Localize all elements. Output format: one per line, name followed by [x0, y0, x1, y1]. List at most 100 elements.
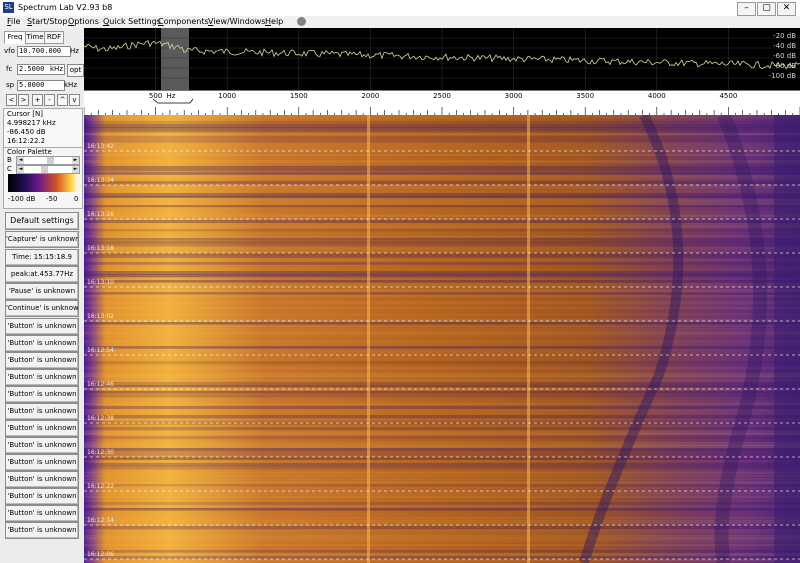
cursor-frequency: 4.998217 kHz	[7, 119, 56, 127]
menu-options[interactable]: Options	[68, 17, 99, 26]
cursor-time: 16:12:22.2	[7, 137, 46, 145]
waterfall-time-label: 16:13:26	[87, 211, 114, 218]
fc-unit: kHz	[50, 65, 63, 73]
level-up-button[interactable]: ^	[57, 94, 68, 106]
waterfall-time-label: 16:12:22	[87, 483, 114, 490]
contrast-left-icon[interactable]: ◄	[17, 166, 24, 173]
tab-time[interactable]: Time	[25, 31, 45, 44]
scale-tick-label: 2000	[361, 92, 380, 100]
waterfall-time-label: 16:12:54	[87, 347, 114, 354]
scroll-left-button[interactable]: <	[6, 94, 17, 106]
brightness-label: B	[7, 156, 12, 164]
maximize-button[interactable]: ▢	[757, 2, 776, 16]
scroll-right-button[interactable]: >	[18, 94, 29, 106]
sidebar-button[interactable]: 'Button' is unknown	[5, 369, 79, 386]
cursor-info-panel: Cursor [N] 4.998217 kHz -86.450 dB 16:12…	[3, 108, 83, 148]
db-label: -100 dB	[768, 72, 796, 80]
sidebar-button[interactable]: 'Button' is unknown	[5, 505, 79, 522]
db-label: -20 dB	[773, 32, 796, 40]
level-down-button[interactable]: v	[69, 94, 80, 106]
contrast-slider[interactable]: ◄ ►	[16, 165, 80, 174]
waterfall-time-label: 16:13:34	[87, 177, 114, 184]
contrast-thumb[interactable]	[41, 166, 48, 173]
close-button[interactable]: ✕	[777, 2, 796, 16]
db-label: -40 dB	[773, 42, 796, 50]
brightness-thumb[interactable]	[47, 157, 54, 164]
waterfall-time-label: 16:13:18	[87, 245, 114, 252]
tab-freq[interactable]: Freq	[4, 31, 26, 44]
sidebar-button[interactable]: 'Button' is unknown	[5, 471, 79, 488]
sidebar-button[interactable]: 'Capture' is unknown	[5, 231, 79, 248]
vfo-unit: Hz	[70, 47, 79, 55]
sidebar-button[interactable]: 'Button' is unknown	[5, 437, 79, 454]
waterfall-time-label: 16:13:10	[87, 279, 114, 286]
minimize-button[interactable]: –	[737, 2, 756, 16]
cursor-title: Cursor [N]	[7, 110, 43, 118]
sidebar-button[interactable]: 'Button' is unknown	[5, 420, 79, 437]
scale-tick-label: 500	[148, 92, 163, 100]
sp-unit: kHz	[64, 81, 77, 89]
sidebar-button[interactable]: 'Pause' is unknown	[5, 283, 79, 300]
scale-tick-label: 2500	[433, 92, 451, 100]
sidebar-button[interactable]: 'Button' is unknown	[5, 403, 79, 420]
waterfall-image	[84, 115, 800, 563]
brightness-left-icon[interactable]: ◄	[17, 157, 24, 164]
scale-tick-label: 4500	[719, 92, 738, 100]
sp-input[interactable]: 5.0000	[17, 80, 65, 91]
passband-marker[interactable]	[161, 28, 189, 90]
contrast-right-icon[interactable]: ►	[72, 166, 79, 173]
palette-mid-label: -50	[46, 195, 58, 203]
waterfall-time-label: 16:12:46	[87, 381, 114, 388]
zoom-out-button[interactable]: -	[44, 94, 55, 106]
sidebar-button[interactable]: 'Button' is unknown	[5, 386, 79, 403]
scale-tick-label: 3000	[504, 92, 523, 100]
db-label: -80 dB	[773, 62, 796, 70]
spectrum-display[interactable]: -20 dB -40 dB -60 dB -80 dB -100 dB	[84, 28, 800, 90]
sidebar-button[interactable]: Time: 15:15:18.9	[5, 249, 79, 266]
default-settings-button[interactable]: Default settings	[5, 212, 79, 230]
brightness-slider[interactable]: ◄ ►	[16, 156, 80, 165]
title-bar: SL Spectrum Lab V2.93 b8 – ▢ ✕	[0, 0, 800, 17]
vfo-label: vfo	[4, 47, 15, 55]
waterfall-display[interactable]: 16:13:42 16:13:34 16:13:26 16:13:18 16:13:10…	[84, 115, 800, 563]
menu-file[interactable]: File	[7, 17, 20, 26]
palette-min-label: -100 dB	[8, 195, 36, 203]
contrast-label: C	[7, 165, 12, 173]
frequency-scale[interactable]: 500 1000 1500 2000 2500 3000 3500 4000 4500 Hz	[84, 90, 800, 117]
sp-label: sp	[6, 81, 15, 89]
scale-unit: Hz	[166, 92, 176, 100]
sidebar-button[interactable]: 'Button' is unknown	[5, 318, 79, 335]
app-icon: SL	[3, 2, 14, 13]
waterfall-time-label: 16:13:02	[87, 313, 114, 320]
db-label: -60 dB	[773, 52, 796, 60]
sidebar-button[interactable]: 'Button' is unknown	[5, 352, 79, 369]
zoom-in-button[interactable]: +	[32, 94, 43, 106]
sidebar-button[interactable]: 'Button' is unknown	[5, 488, 79, 505]
cursor-level: -86.450 dB	[7, 128, 46, 136]
sidebar-button[interactable]: 'Button' is unknown	[5, 335, 79, 352]
vfo-input[interactable]: 10.700.000	[17, 46, 71, 57]
waterfall-time-label: 16:12:06	[87, 551, 114, 558]
tab-rdf[interactable]: RDF	[44, 31, 64, 44]
brightness-right-icon[interactable]: ►	[72, 157, 79, 164]
palette-gradient[interactable]	[8, 174, 78, 192]
sidebar-button[interactable]: 'Button' is unknown	[5, 522, 79, 539]
fc-label: fc	[6, 65, 13, 73]
record-indicator-icon[interactable]	[297, 17, 306, 26]
menu-help[interactable]: Help	[265, 17, 283, 26]
menu-start-stop[interactable]: Start/Stop	[27, 17, 67, 26]
waterfall-time-label: 16:12:30	[87, 449, 114, 456]
waterfall-time-label: 16:12:14	[87, 517, 114, 524]
scale-tick-label: 1500	[289, 92, 308, 100]
sidebar-button[interactable]: peak:at.453.77Hz	[5, 266, 79, 283]
scale-tick-label: 1000	[218, 92, 237, 100]
opt-button[interactable]: opt	[67, 64, 84, 77]
menu-quick-settings[interactable]: Quick Settings	[103, 17, 161, 26]
waterfall-time-label: 16:12:38	[87, 415, 114, 422]
sidebar-button[interactable]: 'Continue' is unknown	[5, 300, 79, 317]
menu-components[interactable]: Components	[158, 17, 209, 26]
sidebar-button[interactable]: 'Button' is unknown	[5, 454, 79, 471]
palette-max-label: 0	[74, 195, 79, 203]
menu-view-windows[interactable]: View/Windows	[208, 17, 265, 26]
menu-bar: File Start/Stop Options Quick Settings C…	[0, 16, 800, 28]
